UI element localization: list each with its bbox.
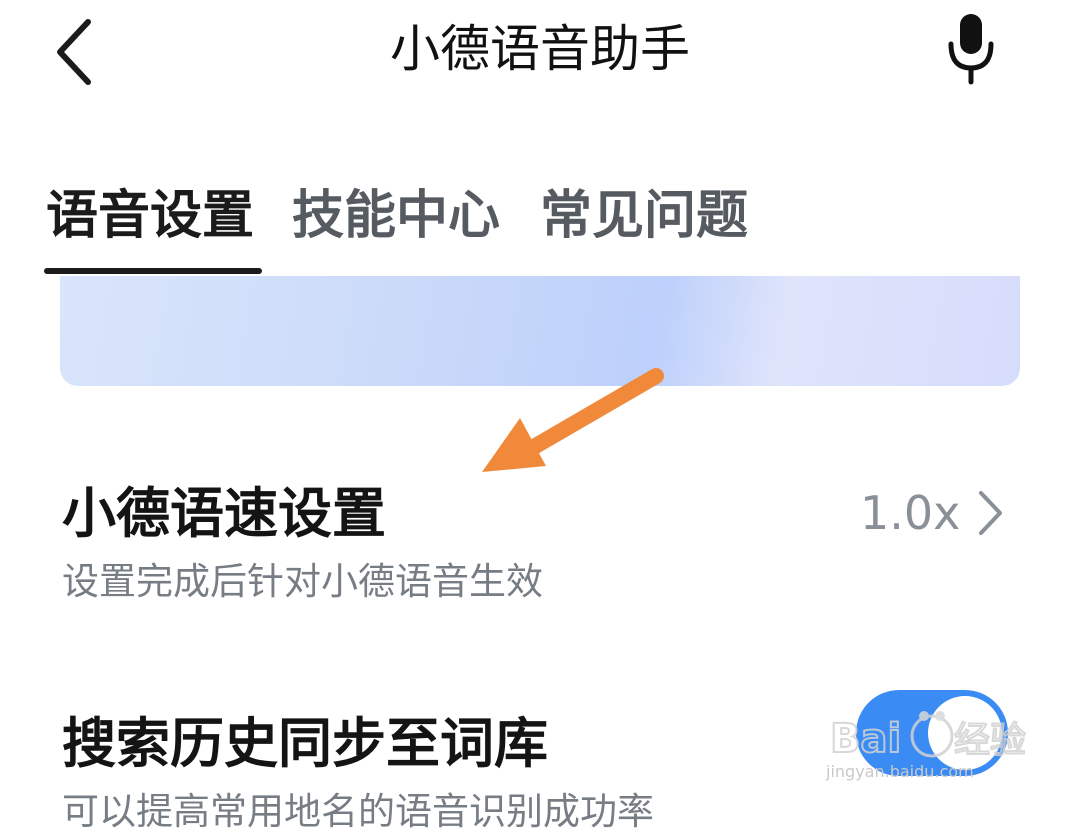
svg-text:Bai: Bai — [830, 716, 901, 762]
tab-voice-settings[interactable]: 语音设置 — [46, 180, 254, 252]
speech-speed-description: 设置完成后针对小德语音生效 — [62, 560, 543, 603]
active-tab-indicator — [44, 268, 262, 274]
svg-text:经验: 经验 — [954, 720, 1026, 761]
tab-skill-center[interactable]: 技能中心 — [292, 180, 500, 252]
microphone-button[interactable] — [935, 8, 1015, 88]
search-history-sync-title: 搜索历史同步至词库 — [62, 712, 548, 775]
watermark-url: jingyan.baidu.com — [826, 762, 974, 781]
page-title: 小德语音助手 — [390, 20, 690, 78]
search-history-sync-description: 可以提高常用地名的语音识别成功率 — [62, 790, 654, 833]
annotation-arrow-icon — [482, 368, 664, 472]
microphone-icon — [948, 14, 994, 85]
tab-faq[interactable]: 常见问题 — [540, 180, 748, 252]
speech-speed-selector[interactable]: 1.0x — [860, 478, 1004, 548]
chevron-right-icon — [979, 491, 1003, 535]
speech-speed-value: 1.0x — [860, 486, 961, 540]
speech-speed-title: 小德语速设置 — [62, 482, 386, 545]
